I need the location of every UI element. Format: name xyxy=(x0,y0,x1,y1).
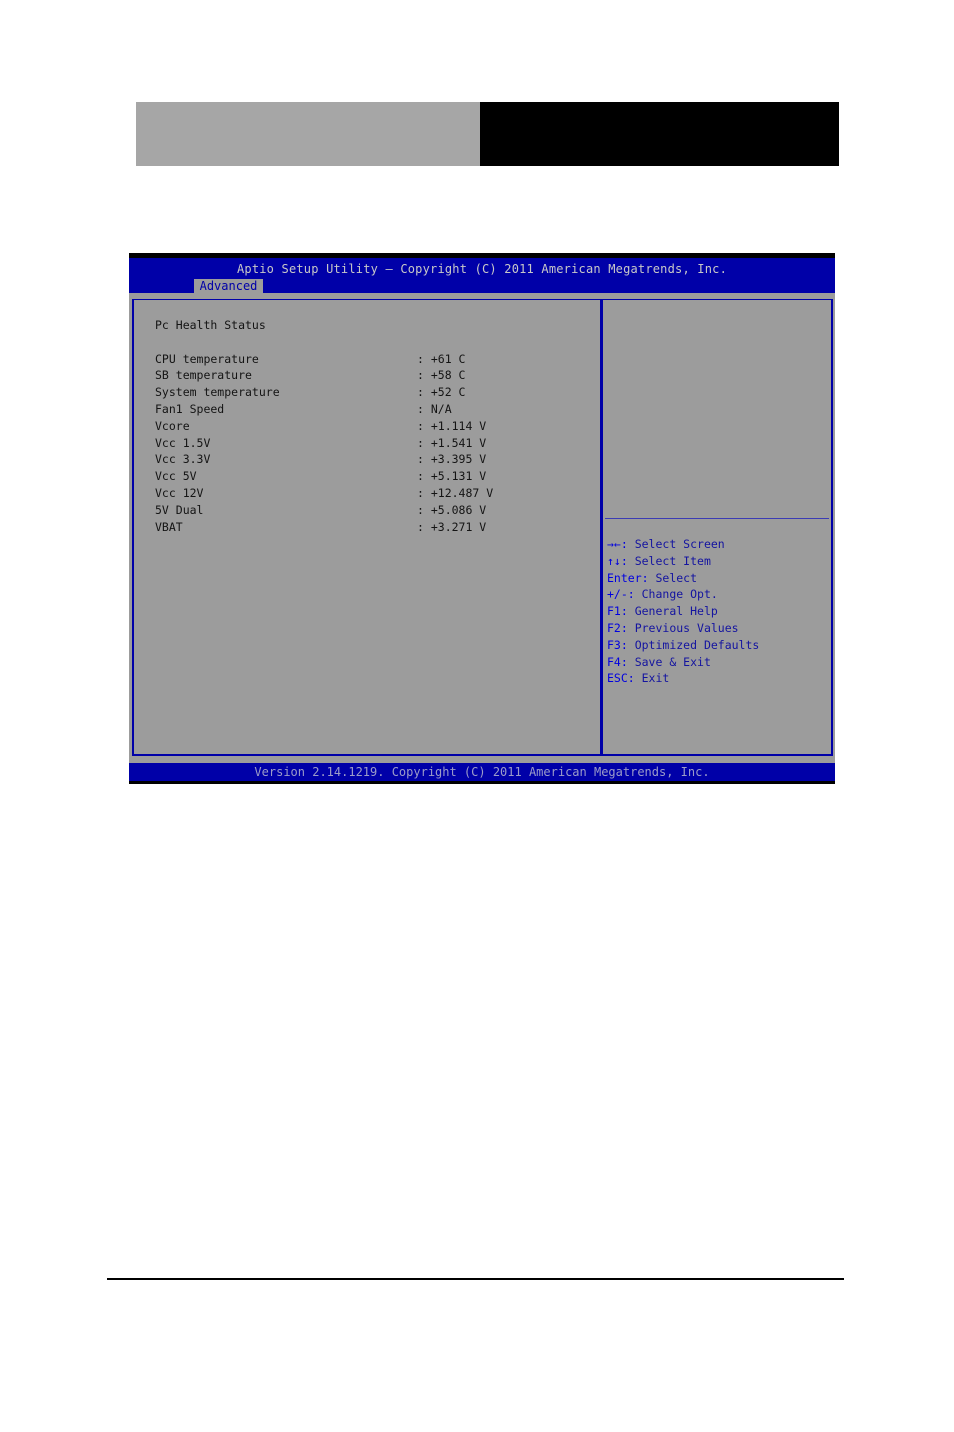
document-header-banner-left xyxy=(136,102,480,166)
health-item-row[interactable]: CPU temperature : +61 C xyxy=(155,351,595,368)
health-item-value: : +52 C xyxy=(417,385,466,400)
health-item-row[interactable]: Vcc 5V : +5.131 V xyxy=(155,468,595,485)
help-description: Change Opt. xyxy=(634,587,718,602)
help-line: F4: Save & Exit xyxy=(607,654,759,671)
help-description: Select xyxy=(648,570,698,585)
health-item-row[interactable]: Vcc 12V : +12.487 V xyxy=(155,485,595,502)
help-description: Save & Exit xyxy=(627,654,711,669)
help-description: Select Screen xyxy=(627,537,725,551)
help-key: F1: xyxy=(607,604,628,619)
health-item-value: : +61 C xyxy=(417,351,466,366)
health-item-value: : +5.086 V xyxy=(417,502,487,517)
health-item-value: : +12.487 V xyxy=(417,485,494,500)
health-item-row[interactable]: System temperature : +52 C xyxy=(155,384,595,401)
health-item-row[interactable]: Vcc 3.3V : +3.395 V xyxy=(155,451,595,468)
help-key: F3: xyxy=(607,637,628,652)
health-item-value: : +3.395 V xyxy=(417,452,487,467)
tab-advanced[interactable]: Advanced xyxy=(194,279,263,293)
help-line: F3: Optimized Defaults xyxy=(607,637,759,654)
health-item-label: 5V Dual xyxy=(155,502,204,517)
bios-title: Aptio Setup Utility – Copyright (C) 2011… xyxy=(236,262,728,276)
help-line: ↑↓: Select Item xyxy=(607,553,759,570)
bios-footer: Version 2.14.1219. Copyright (C) 2011 Am… xyxy=(129,763,835,781)
health-item-label: Vcc 1.5V xyxy=(155,435,211,450)
help-description: Previous Values xyxy=(627,620,739,635)
help-key: F4: xyxy=(607,654,628,669)
health-item-row[interactable]: Vcc 1.5V : +1.541 V xyxy=(155,435,595,452)
help-description: General Help xyxy=(627,604,718,619)
help-key: →←: xyxy=(607,537,628,551)
bios-header: Aptio Setup Utility – Copyright (C) 2011… xyxy=(129,258,835,293)
help-line: F2: Previous Values xyxy=(607,620,759,637)
help-description: Exit xyxy=(634,671,670,686)
help-line: ESC: Exit xyxy=(607,670,759,687)
document-header-banner-right xyxy=(480,102,839,166)
health-item-row[interactable]: Vcore : +1.114 V xyxy=(155,418,595,435)
health-item-row[interactable]: VBAT : +3.271 V xyxy=(155,519,595,536)
help-key: +/-: xyxy=(607,587,635,602)
help-line: F1: General Help xyxy=(607,603,759,620)
health-item-label: Vcc 3.3V xyxy=(155,452,211,467)
health-item-label: SB temperature xyxy=(155,368,252,383)
health-item-value: : N/A xyxy=(417,401,452,416)
help-divider xyxy=(605,518,829,519)
health-item-row[interactable]: Fan1 Speed : N/A xyxy=(155,401,595,418)
help-key: F2: xyxy=(607,620,628,635)
health-item-label: VBAT xyxy=(155,519,183,534)
bios-screen: Aptio Setup Utility – Copyright (C) 2011… xyxy=(129,253,835,784)
health-item-value: : +3.271 V xyxy=(417,519,487,534)
health-item-label: Vcore xyxy=(155,418,190,433)
help-description: Select Item xyxy=(627,553,711,568)
health-item-label: System temperature xyxy=(155,385,280,400)
help-key: ↑↓: xyxy=(607,553,628,568)
bios-body: Pc Health Status CPU temperature: +61 CS… xyxy=(129,293,835,763)
health-item-value: : +58 C xyxy=(417,368,466,383)
health-item-label: Vcc 5V xyxy=(155,469,197,484)
help-line: →←: Select Screen xyxy=(607,536,759,553)
health-item-value: : +1.114 V xyxy=(417,418,487,433)
panel-frame: Pc Health Status CPU temperature: +61 CS… xyxy=(132,299,833,756)
help-key: Enter: xyxy=(607,570,649,585)
help-line: +/-: Change Opt. xyxy=(607,586,759,603)
help-line: Enter: Select xyxy=(607,570,759,587)
help-panel: →←: Select Screen ↑↓: Select Item Enter: S… xyxy=(607,536,759,687)
main-panel: Pc Health Status CPU temperature: +61 CS… xyxy=(155,317,595,535)
health-item-value: : +5.131 V xyxy=(417,469,487,484)
health-item-label: Fan1 Speed xyxy=(155,401,225,416)
health-item-value: : +1.541 V xyxy=(417,435,487,450)
help-description: Optimized Defaults xyxy=(627,637,760,652)
health-item-label: Vcc 12V xyxy=(155,485,204,500)
health-item-label: CPU temperature xyxy=(155,351,259,366)
section-title: Pc Health Status xyxy=(155,318,266,332)
panel-divider xyxy=(600,300,603,754)
health-items-list: CPU temperature : +61 C SB temperature : +5… xyxy=(155,351,595,536)
health-item-row[interactable]: SB temperature : +58 C xyxy=(155,367,595,384)
page-bottom-rule xyxy=(107,1278,844,1280)
help-key: ESC: xyxy=(607,671,635,686)
health-item-row[interactable]: 5V Dual : +5.086 V xyxy=(155,502,595,519)
